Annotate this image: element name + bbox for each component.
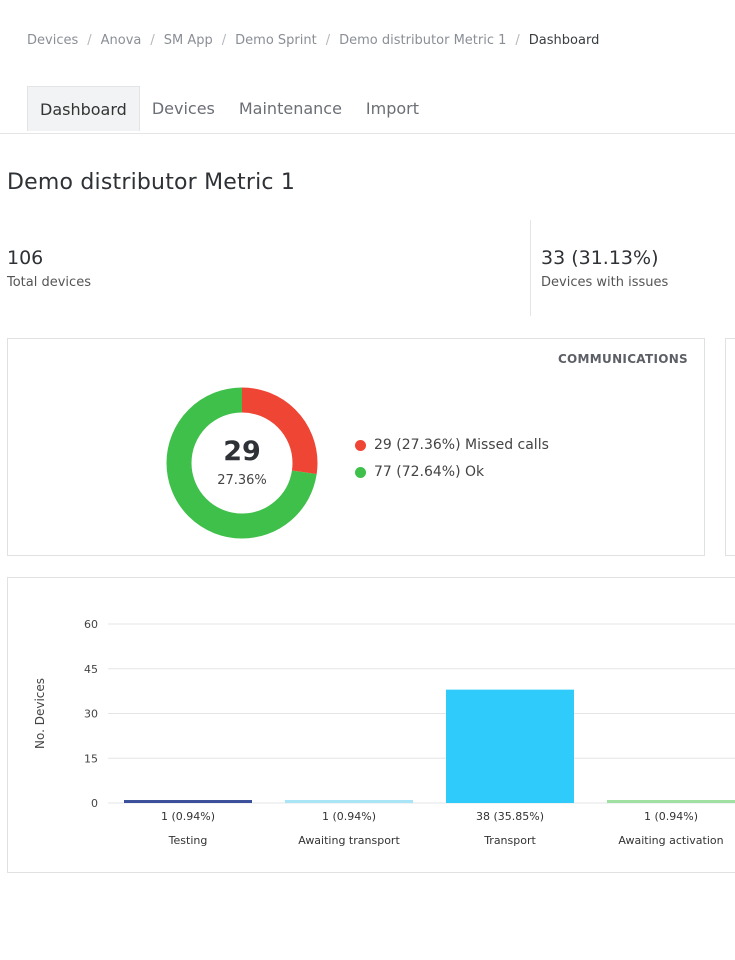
stat-total-label: Total devices [7, 275, 91, 290]
y-tick-label: 0 [91, 797, 98, 810]
breadcrumb-current: Dashboard [528, 33, 600, 48]
breadcrumb-devices[interactable]: Devices [27, 33, 78, 48]
legend-label-missed-calls: 29 (27.36%) Missed calls [374, 437, 549, 453]
breadcrumb: Devices / Anova / SM App / Demo Sprint / Demo di… [27, 33, 599, 48]
y-axis-label: No. Devices [33, 678, 47, 749]
device-status-bar-chart: 0 15 30 45 60 No. Devices 1 (0.94%) Testing 1 (0… [33, 618, 735, 847]
breadcrumb-anova[interactable]: Anova [101, 33, 142, 48]
tab-dashboard[interactable]: Dashboard [27, 86, 140, 131]
x-tick-label: Awaiting activation [618, 834, 723, 847]
x-tick-label: Awaiting transport [298, 834, 400, 847]
communications-title: COMMUNICATIONS [557, 352, 688, 366]
y-tick-label: 15 [84, 752, 98, 765]
legend-item-missed-calls: 29 (27.36%) Missed calls [355, 437, 549, 453]
stat-issues-label: Devices with issues [541, 275, 669, 290]
donut-center-value: 29 [223, 436, 261, 467]
bar-data-label: 1 (0.94%) [322, 810, 376, 823]
legend-dot-missed-calls [355, 439, 366, 451]
page-title: Demo distributor Metric 1 [7, 170, 296, 195]
tab-maintenance[interactable]: Maintenance [227, 86, 354, 131]
y-tick-label: 30 [84, 708, 98, 721]
tab-bar: Dashboard Devices Maintenance Import [27, 86, 431, 131]
breadcrumb-demo-distributor[interactable]: Demo distributor Metric 1 [339, 33, 506, 48]
tab-divider [0, 133, 735, 134]
y-tick-label: 60 [84, 618, 98, 631]
breadcrumb-separator: / [87, 33, 92, 48]
x-tick-label: Transport [483, 834, 536, 847]
stat-issues-value: 33 (31.13%) [541, 247, 659, 269]
stat-devices-with-issues: 33 (31.13%) Devices with issues [541, 247, 668, 290]
donut-center-percent: 27.36% [217, 473, 267, 488]
y-tick-label: 45 [84, 663, 98, 676]
bar-data-label: 38 (35.85%) [476, 810, 544, 823]
secondary-card [725, 338, 735, 556]
bar-awaiting-activation[interactable] [607, 800, 735, 803]
bar-data-label: 1 (0.94%) [161, 810, 215, 823]
tab-import[interactable]: Import [354, 86, 431, 131]
breadcrumb-separator: / [150, 33, 155, 48]
breadcrumb-separator: / [221, 33, 227, 48]
stat-total-value: 106 [7, 247, 44, 269]
breadcrumb-demo-sprint[interactable]: Demo Sprint [235, 33, 317, 48]
tab-devices[interactable]: Devices [140, 86, 227, 131]
stat-total-devices: 106 Total devices [7, 247, 91, 290]
legend-dot-ok [355, 466, 366, 478]
breadcrumb-separator: / [325, 33, 331, 48]
breadcrumb-sm-app[interactable]: SM App [164, 33, 213, 48]
bar-transport[interactable] [446, 689, 574, 803]
donut-center: 29 27.36% [192, 436, 292, 488]
legend-item-ok: 77 (72.64%) Ok [355, 464, 549, 480]
legend-label-ok: 77 (72.64%) Ok [374, 464, 485, 480]
bar-testing[interactable] [124, 800, 252, 803]
stat-divider [530, 220, 531, 316]
communications-legend: 29 (27.36%) Missed calls 77 (72.64%) Ok [355, 437, 549, 491]
bar-data-label: 1 (0.94%) [644, 810, 698, 823]
breadcrumb-separator: / [515, 33, 520, 48]
bar-awaiting-transport[interactable] [285, 800, 413, 803]
x-tick-label: Testing [168, 834, 208, 847]
